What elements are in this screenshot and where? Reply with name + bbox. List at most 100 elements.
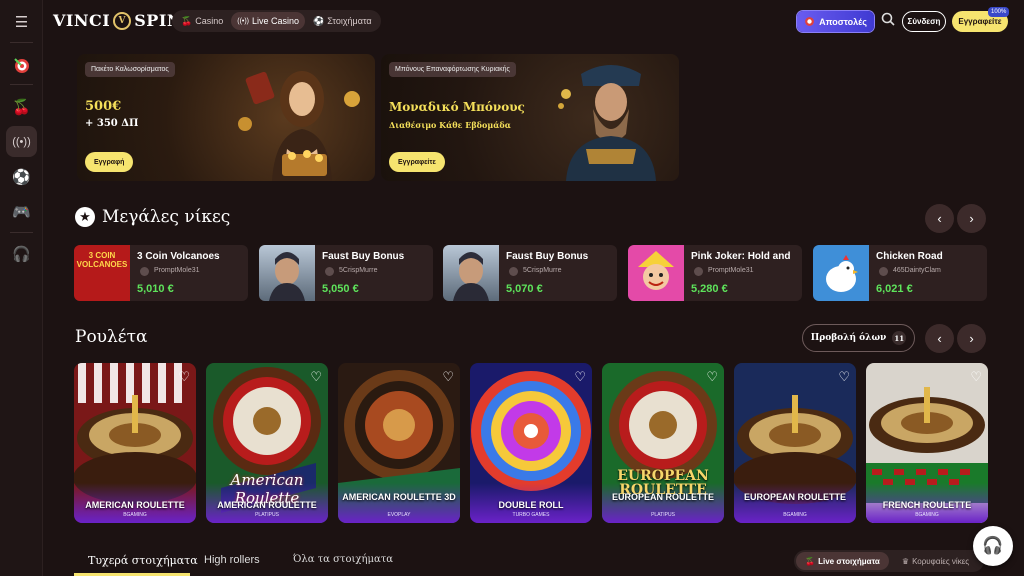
heart-icon[interactable]: ♡ (178, 369, 190, 385)
bets-segment-control: 🍒 Live στοιχήματα ♛ Κορυφαίες νίκες (794, 550, 984, 572)
sidebar-item-missions[interactable] (6, 49, 37, 80)
star-icon: ★ (75, 207, 95, 227)
win-username: 465DaintyClam (893, 267, 941, 274)
banner-art-explorer (558, 65, 656, 181)
game-thumbnail (628, 245, 684, 301)
segment-label: Κορυφαίες νίκες (912, 556, 970, 566)
broadcast-icon: ((•)) (12, 135, 31, 148)
win-amount: 5,010 € (137, 283, 174, 295)
roulette-title: Ρουλέτα (75, 327, 148, 347)
sidebar-item-live-casino[interactable]: ((•)) (6, 126, 37, 157)
game-name: EUROPEAN ROULETTE (743, 492, 846, 502)
broadcast-icon: ((•)) (237, 17, 250, 25)
target-icon (13, 57, 29, 73)
game-card[interactable]: ♡ DOUBLE ROLL TURBO GAMES (470, 363, 592, 523)
game-name: AMERICAN ROULETTE 3D (342, 492, 456, 502)
banner-title: 500€ (85, 99, 122, 114)
signup-badge: 100% (988, 7, 1010, 17)
game-card[interactable]: ♡ AMERICAN ROULETTE BGAMING (74, 363, 196, 523)
game-provider: EVOPLAY (387, 512, 411, 518)
big-win-card[interactable]: Faust Buy Bonus 5CrispMurre 5,050 € (259, 245, 433, 301)
big-win-card[interactable]: Chicken Road 465DaintyClam 6,021 € (813, 245, 987, 301)
game-thumbnail (259, 245, 315, 301)
reload-banner[interactable]: Μπόνους Επαναφόρτωσης Κυριακής Μοναδικό … (381, 54, 679, 181)
missions-label: Αποστολές (819, 16, 867, 27)
logo[interactable]: VINCI V SPIN (53, 11, 182, 30)
big-win-card[interactable]: Pink Joker: Hold and PromptMole31 5,280 … (628, 245, 802, 301)
game-name: FRENCH ROULETTE (882, 500, 972, 510)
tab-label: Casino (195, 16, 224, 26)
support-chat-button[interactable]: 🎧 (973, 526, 1013, 566)
segment-top-wins[interactable]: ♛ Κορυφαίες νίκες (889, 552, 982, 570)
big-win-card[interactable]: 3 COIN VOLCANOES 3 Coin Volcanoes Prompt… (74, 245, 248, 301)
win-game-name: 3 Coin Volcanoes (137, 251, 220, 262)
big-win-card[interactable]: Faust Buy Bonus 5CrispMurre 5,070 € (443, 245, 617, 301)
big-wins-next-button[interactable]: › (957, 204, 986, 233)
heart-icon[interactable]: ♡ (310, 369, 322, 385)
sidebar-item-casino[interactable]: 🍒 (6, 91, 37, 122)
cherries-icon: 🍒 (12, 98, 31, 116)
tab-lucky-bets[interactable]: Τυχερά στοιχήματα (88, 554, 198, 567)
tab-casino[interactable]: 🍒 Casino (175, 12, 229, 30)
win-amount: 5,070 € (506, 283, 543, 295)
heart-icon[interactable]: ♡ (838, 369, 850, 385)
game-thumbnail: 3 COIN VOLCANOES (74, 245, 130, 301)
game-card[interactable]: ♡ American Roulette AMERICAN ROULETTE PL… (206, 363, 328, 523)
search-icon[interactable] (881, 12, 895, 29)
roulette-prev-button[interactable]: ‹ (925, 324, 954, 353)
game-name: AMERICAN ROULETTE (217, 500, 317, 510)
heart-icon[interactable]: ♡ (574, 369, 586, 385)
headset-icon: 🎧 (982, 536, 1004, 555)
win-game-name: Faust Buy Bonus (322, 251, 405, 262)
welcome-banner[interactable]: Πακέτο Καλωσορίσματος 500€ + 350 ΔΠ Εγγρ… (77, 54, 375, 181)
chevron-right-icon: › (969, 211, 974, 226)
missions-button[interactable]: Αποστολές (797, 11, 874, 32)
big-wins-title: Μεγάλες νίκες (102, 207, 231, 227)
sidebar-item-support[interactable]: 🎧 (6, 238, 37, 269)
logo-text-left: VINCI (53, 11, 111, 30)
banner-signup-button[interactable]: Εγγραφείτε (389, 152, 445, 172)
heart-icon[interactable]: ♡ (442, 369, 454, 385)
game-card[interactable]: ♡ EUROPEAN ROULETTE EUROPEAN ROULETTE PL… (602, 363, 724, 523)
user-icon (694, 267, 703, 276)
banner-register-button[interactable]: Εγγραφή (85, 152, 134, 172)
sidebar-item-sports[interactable]: ⚽ (6, 161, 37, 192)
tab-sports[interactable]: ⚽ Στοιχήματα (307, 12, 378, 30)
banner-tag: Μπόνους Επαναφόρτωσης Κυριακής (389, 62, 516, 77)
header: VINCI V SPIN 🍒 Casino ((•)) Live Casino ⚽ Σ… (43, 0, 1024, 43)
game-card[interactable]: ♡ FRENCH ROULETTE BGAMING (866, 363, 988, 523)
sidebar-item-games[interactable]: 🎮 (6, 196, 37, 227)
heart-icon[interactable]: ♡ (970, 369, 982, 385)
login-button[interactable]: Σύνδεση (902, 11, 946, 32)
sidebar-divider (10, 84, 33, 85)
tab-live-casino[interactable]: ((•)) Live Casino (231, 12, 306, 30)
win-username: 5CrispMurre (523, 267, 562, 274)
big-wins-prev-button[interactable]: ‹ (925, 204, 954, 233)
tab-high-rollers[interactable]: High rollers (204, 554, 260, 566)
tab-all-bets[interactable]: Όλα τα στοιχήματα (293, 554, 393, 565)
game-provider: TURBO GAMES (512, 512, 550, 518)
game-provider: PLATIPUS (651, 512, 675, 518)
crown-icon: ♛ (901, 556, 910, 566)
game-provider: BGAMING (123, 512, 147, 518)
segment-label: Live στοιχήματα (818, 556, 880, 566)
user-icon (325, 267, 334, 276)
view-all-button[interactable]: Προβολή όλων 11 (802, 324, 915, 352)
gamepad-icon: 🎮 (12, 203, 31, 221)
sidebar-divider (10, 42, 33, 43)
heart-icon[interactable]: ♡ (706, 369, 718, 385)
roulette-next-button[interactable]: › (957, 324, 986, 353)
game-card[interactable]: ♡ EUROPEAN ROULETTE BGAMING (734, 363, 856, 523)
win-game-name: Pink Joker: Hold and (691, 251, 791, 262)
win-amount: 6,021 € (876, 283, 913, 295)
menu-icon[interactable]: ☰ (6, 6, 37, 37)
game-thumbnail (443, 245, 499, 301)
chevron-left-icon: ‹ (937, 331, 942, 346)
sidebar: ☰ 🍒 ((•)) ⚽ 🎮 🎧 (0, 0, 43, 576)
game-card[interactable]: ♡ AMERICAN ROULETTE 3D EVOPLAY (338, 363, 460, 523)
user-icon (509, 267, 518, 276)
banner-art-mona (238, 71, 360, 181)
user-icon (879, 267, 888, 276)
segment-live-bets[interactable]: 🍒 Live στοιχήματα (796, 552, 889, 570)
banner-subtitle: + 350 ΔΠ (85, 118, 139, 129)
